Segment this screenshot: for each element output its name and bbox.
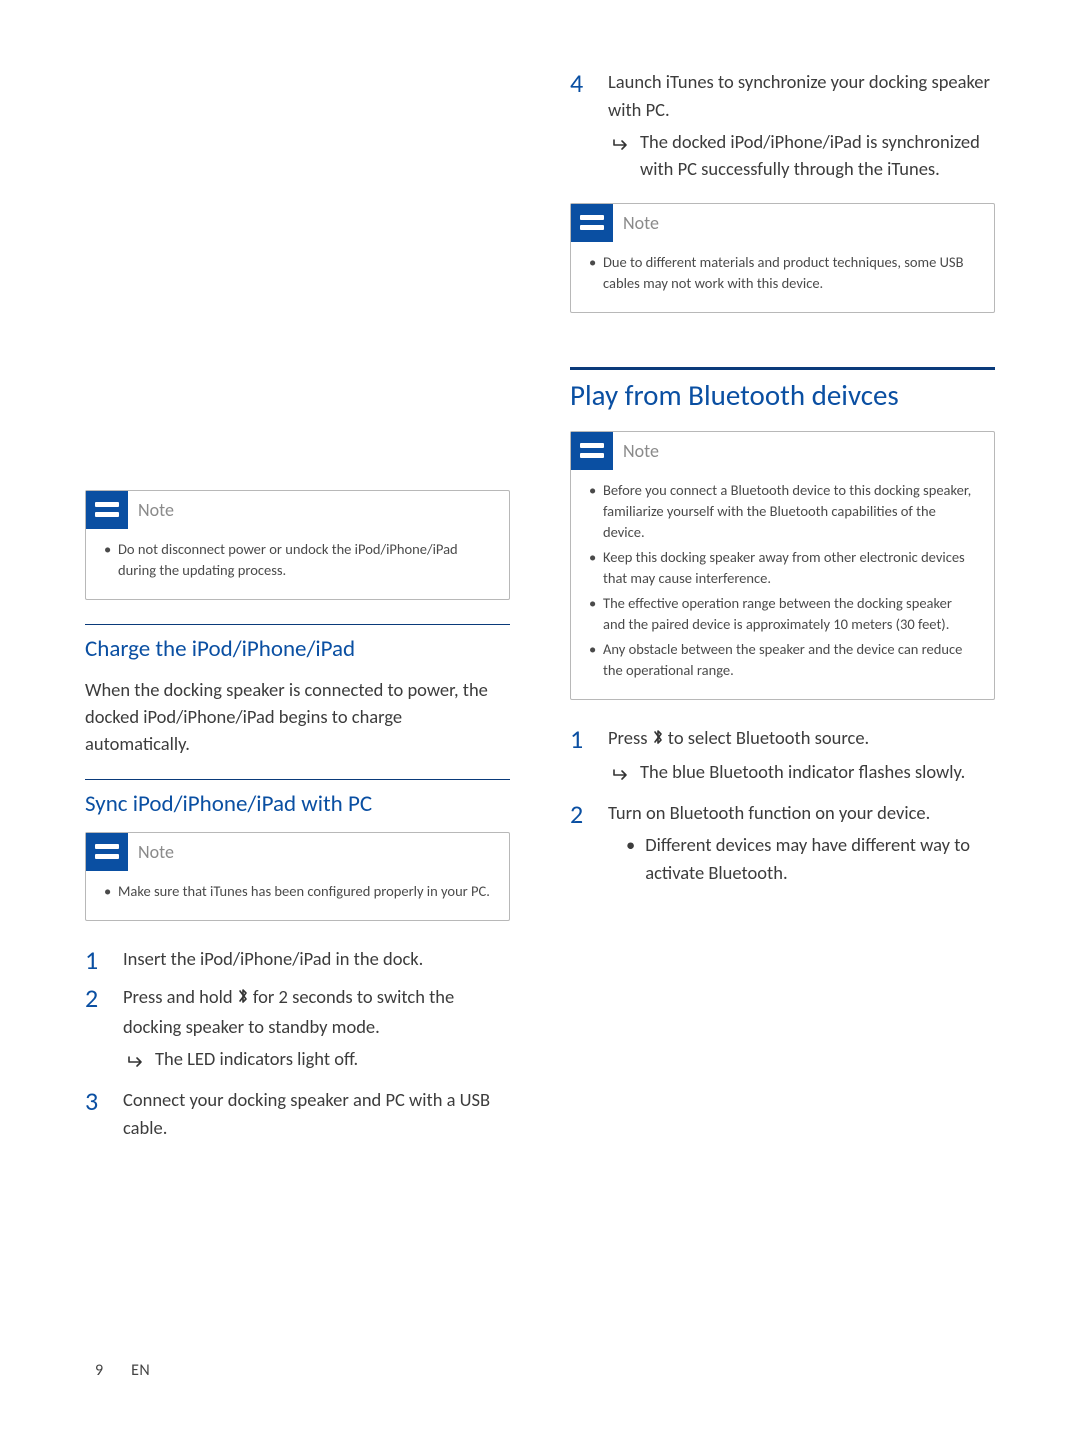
result-arrow-icon [612,132,630,160]
step-3: 3 Connect your docking speaker and PC wi… [85,1086,510,1142]
result-arrow-icon [127,1049,145,1077]
note-item: Make sure that iTunes has been configure… [104,881,491,902]
bluetooth-icon [652,726,664,754]
note-box-updating: Note Do not disconnect power or undock t… [85,490,510,600]
note-icon [86,491,128,529]
note-item: Before you connect a Bluetooth device to… [589,480,976,543]
step-4: 4 Launch iTunes to synchronize your dock… [570,68,995,183]
sub-bullet-text: Different devices may have different way… [645,831,995,887]
note-item: Keep this docking speaker away from othe… [589,547,976,589]
step-text: Turn on Bluetooth function on your devic… [608,801,930,824]
note-box-usb: Note Due to different materials and prod… [570,203,995,313]
sync-steps-cont: 4 Launch iTunes to synchronize your dock… [570,68,995,183]
result-text: The docked iPod/iPhone/iPad is synchroni… [640,128,995,184]
note-item: Any obstacle between the speaker and the… [589,639,976,681]
body-text: When the docking speaker is connected to… [85,677,510,757]
step-text: Insert the iPod/iPhone/iPad in the dock. [123,947,423,970]
note-icon [571,204,613,242]
note-label: Note [138,841,174,863]
heading-sync: Sync iPod/iPhone/iPad with PC [85,779,510,818]
page-number: 9 [95,1361,103,1380]
result-arrow-icon [612,762,630,790]
step-1: 1 Insert the iPod/iPhone/iPad in the doc… [85,945,510,973]
sync-steps: 1 Insert the iPod/iPhone/iPad in the doc… [85,945,510,1142]
step-text-b: to select Bluetooth source. [664,726,870,749]
step-text: Launch iTunes to synchronize your dockin… [608,70,990,121]
page-footer: 9 EN [95,1361,150,1380]
note-icon [86,833,128,871]
step-2: 2 Press and hold for 2 seconds to switch… [85,983,510,1076]
bullet-icon: • [626,831,635,887]
note-label: Note [138,499,174,521]
heading-bluetooth: Play from Bluetooth deivces [570,378,995,413]
note-box-itunes: Note Make sure that iTunes has been conf… [85,832,510,921]
bluetooth-icon [237,985,249,1013]
step-1: 1 Press to select Bluetooth source. The … [570,724,995,790]
note-item: Due to different materials and product t… [589,252,976,294]
note-label: Note [623,440,659,462]
note-item: Do not disconnect power or undock the iP… [104,539,491,581]
step-text: Connect your docking speaker and PC with… [123,1088,490,1139]
step-text-a: Press and hold [123,985,237,1008]
note-label: Note [623,212,659,234]
step-text-a: Press [608,726,652,749]
step-2: 2 Turn on Bluetooth function on your dev… [570,799,995,886]
result-text: The blue Bluetooth indicator flashes slo… [640,758,965,786]
note-icon [571,432,613,470]
result-text: The LED indicators light off. [155,1045,358,1073]
bluetooth-steps: 1 Press to select Bluetooth source. The … [570,724,995,887]
language-code: EN [131,1361,150,1380]
note-box-bluetooth: Note Before you connect a Bluetooth devi… [570,431,995,700]
heading-charge: Charge the iPod/iPhone/iPad [85,624,510,663]
note-item: The effective operation range between th… [589,593,976,635]
